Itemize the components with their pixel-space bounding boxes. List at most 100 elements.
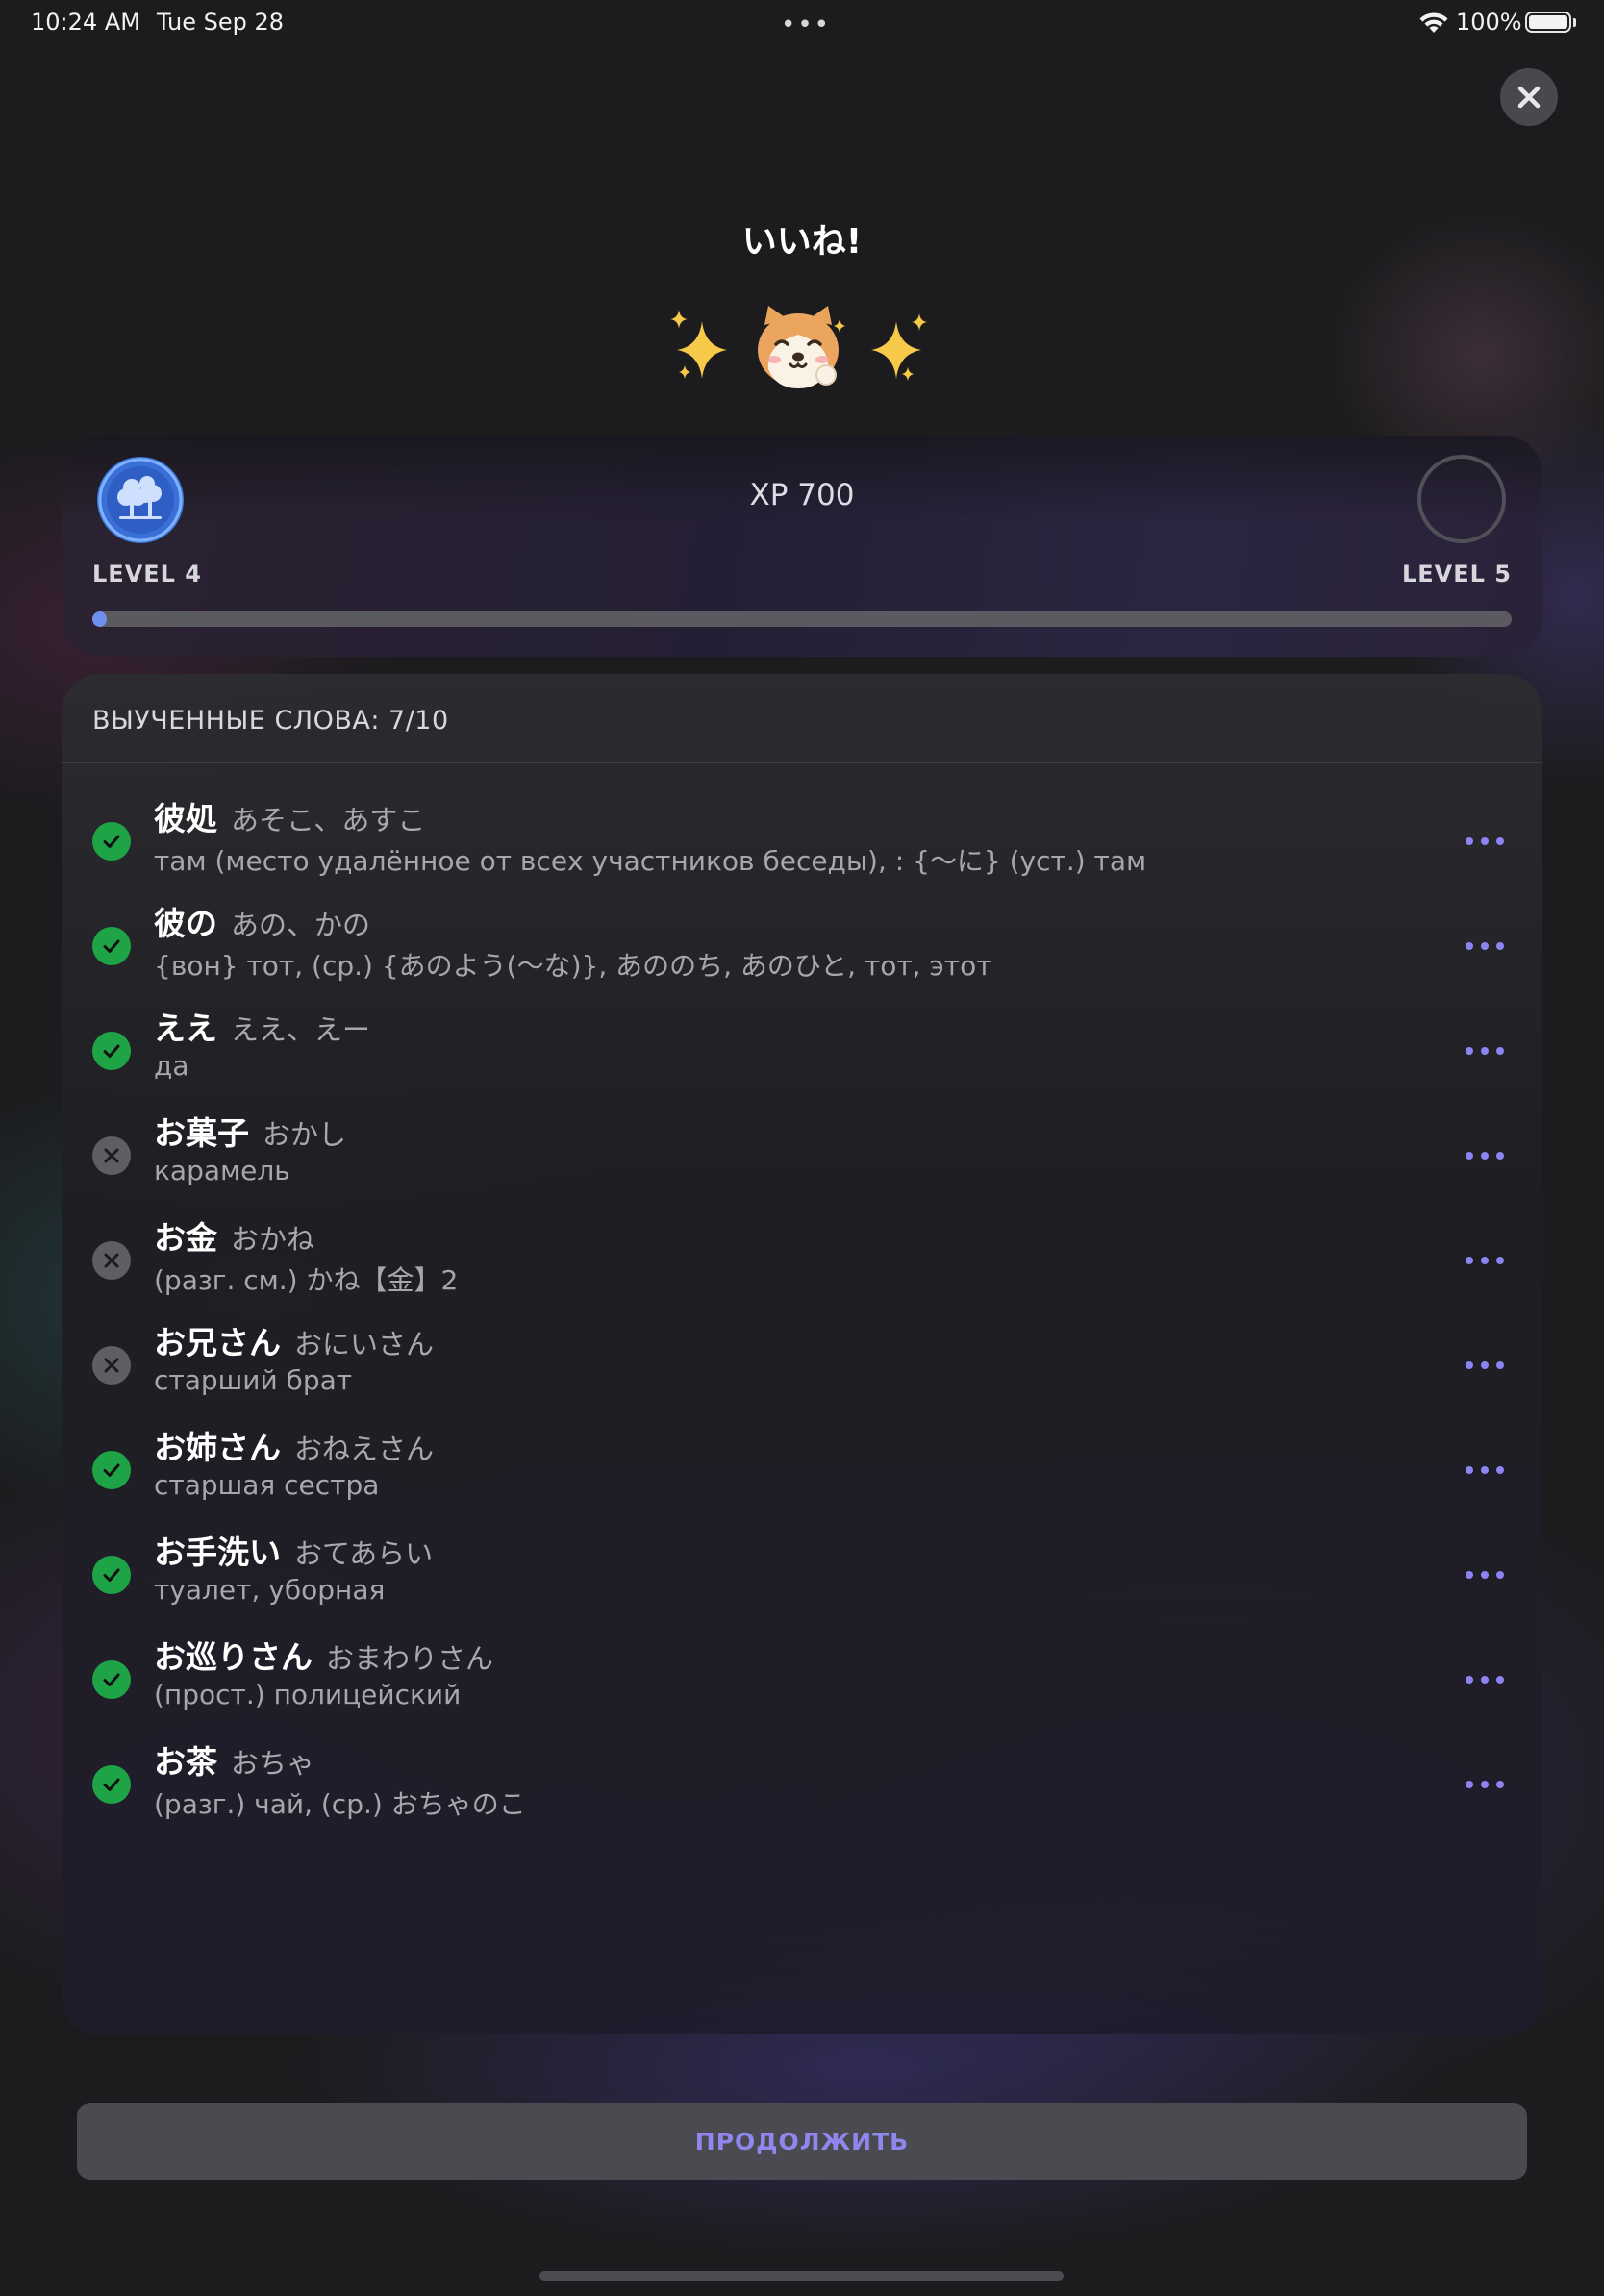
list-item[interactable]: 彼処 あそこ、あすこ там (место удалённое от всех уч… bbox=[62, 786, 1542, 890]
more-dot bbox=[1496, 1361, 1504, 1369]
wifi-icon bbox=[1419, 12, 1448, 33]
more-dots-icon[interactable] bbox=[1466, 1660, 1504, 1699]
word-reading: おちゃ bbox=[231, 1747, 315, 1780]
more-dot bbox=[1466, 942, 1473, 950]
word-text: お手洗い bbox=[154, 1534, 281, 1571]
more-dots-icon[interactable] bbox=[1466, 927, 1504, 965]
more-dots-icon[interactable] bbox=[1466, 1136, 1504, 1175]
more-dot bbox=[1481, 1361, 1489, 1369]
word-heading: お茶 おちゃ bbox=[154, 1736, 314, 1783]
multitasking-dots[interactable]: ••• bbox=[781, 11, 831, 39]
continue-button[interactable]: ПРОДОЛЖИТЬ bbox=[77, 2103, 1527, 2180]
more-dot bbox=[1496, 942, 1504, 950]
list-item[interactable]: お兄さん おにいさん старший брат bbox=[62, 1310, 1542, 1414]
x-mark-icon bbox=[92, 1136, 131, 1175]
battery-level-fill bbox=[1529, 15, 1567, 29]
word-text: 彼処 bbox=[154, 800, 217, 837]
more-dots-icon[interactable] bbox=[1466, 1241, 1504, 1280]
more-dots-icon[interactable] bbox=[1466, 1032, 1504, 1070]
battery-percent: 100% bbox=[1456, 9, 1522, 36]
more-dot bbox=[1481, 942, 1489, 950]
word-heading: お手洗い おてあらい bbox=[154, 1527, 433, 1573]
word-text: お兄さん bbox=[154, 1324, 281, 1361]
word-meaning: (прост.) полицейский bbox=[154, 1679, 462, 1710]
list-item[interactable]: お金 おかね (разг. см.) かね【金】2 bbox=[62, 1205, 1542, 1310]
more-dot bbox=[1481, 1257, 1489, 1264]
list-item[interactable]: お巡りさん おまわりさん (прост.) полицейский bbox=[62, 1624, 1542, 1729]
list-item[interactable]: お菓子 おかし карамель bbox=[62, 1100, 1542, 1205]
more-dot bbox=[1481, 1047, 1489, 1055]
checkmark-icon bbox=[92, 1765, 131, 1804]
battery-cap bbox=[1573, 18, 1576, 27]
status-time: 10:24 AM bbox=[31, 9, 140, 36]
close-button[interactable] bbox=[1500, 68, 1558, 126]
word-reading: おにいさん bbox=[294, 1328, 435, 1360]
word-reading: おねえさん bbox=[294, 1433, 435, 1465]
status-bar: 10:24 AM Tue Sep 28 ••• 100% bbox=[0, 0, 1604, 46]
checkmark-icon bbox=[92, 1556, 131, 1594]
more-dot bbox=[1481, 1781, 1489, 1788]
word-heading: ええ ええ、えー bbox=[154, 1003, 370, 1049]
word-heading: お兄さん おにいさん bbox=[154, 1317, 434, 1363]
word-heading: 彼の あの、かの bbox=[154, 898, 370, 944]
word-text: お金 bbox=[154, 1219, 217, 1257]
xp-progress-fill bbox=[92, 611, 107, 627]
more-dot bbox=[1496, 1676, 1504, 1684]
more-dots-icon[interactable] bbox=[1466, 1451, 1504, 1489]
more-dot bbox=[1466, 1257, 1473, 1264]
more-dots-icon[interactable] bbox=[1466, 822, 1504, 861]
shiba-dog-icon bbox=[758, 306, 845, 388]
more-dot bbox=[1496, 1152, 1504, 1160]
more-dots-icon[interactable] bbox=[1466, 1556, 1504, 1594]
checkmark-icon bbox=[92, 927, 131, 965]
more-dot bbox=[1466, 1152, 1473, 1160]
more-dot bbox=[1496, 1781, 1504, 1788]
more-dot bbox=[1466, 837, 1473, 845]
next-level-label: LEVEL 5 bbox=[1401, 561, 1512, 587]
checkmark-icon bbox=[92, 1451, 131, 1489]
more-dot bbox=[1466, 1781, 1473, 1788]
word-text: 彼の bbox=[154, 905, 217, 942]
home-indicator[interactable] bbox=[539, 2271, 1064, 2281]
checkmark-icon bbox=[92, 822, 131, 861]
word-text: お菓子 bbox=[154, 1114, 249, 1152]
word-meaning: старший брат bbox=[154, 1364, 353, 1396]
word-heading: 彼処 あそこ、あすこ bbox=[154, 793, 425, 839]
word-reading: おてあらい bbox=[294, 1537, 434, 1570]
more-dots-icon[interactable] bbox=[1466, 1765, 1504, 1804]
page-title: いいね! bbox=[741, 222, 863, 262]
more-dots-icon[interactable] bbox=[1466, 1346, 1504, 1385]
word-meaning: да bbox=[154, 1050, 189, 1082]
learned-words-card: ВЫУЧЕННЫЕ СЛОВА: 7/10 彼処 あそこ、あすこ там (мест… bbox=[62, 674, 1542, 2034]
mascot-illustration bbox=[670, 306, 927, 388]
word-text: お姉さん bbox=[154, 1429, 281, 1466]
word-reading: あそこ、あすこ bbox=[231, 804, 426, 836]
word-meaning: (разг. см.) かね【金】2 bbox=[154, 1264, 459, 1296]
learned-words-header: ВЫУЧЕННЫЕ СЛОВА: 7/10 bbox=[92, 706, 449, 736]
word-reading: おまわりさん bbox=[326, 1642, 494, 1675]
status-date: Tue Sep 28 bbox=[157, 9, 285, 36]
more-dot bbox=[1481, 1152, 1489, 1160]
word-meaning: (разг.) чай, (ср.) おちゃのこ bbox=[154, 1788, 526, 1820]
word-meaning: карамель bbox=[154, 1155, 290, 1186]
list-item[interactable]: お手洗い おてあらい туалет, уборная bbox=[62, 1519, 1542, 1624]
list-item[interactable]: お姉さん おねえさん старшая сестра bbox=[62, 1414, 1542, 1519]
more-dot bbox=[1481, 837, 1489, 845]
xp-progress-bar bbox=[92, 611, 1512, 627]
word-meaning: там (место удалённое от всех участников … bbox=[154, 845, 1147, 877]
x-mark-icon bbox=[92, 1346, 131, 1385]
sparkles-icon bbox=[670, 310, 727, 379]
xp-label: XP 700 bbox=[749, 478, 855, 512]
battery-icon bbox=[1525, 12, 1571, 33]
word-reading: おかね bbox=[231, 1223, 315, 1256]
checkmark-icon bbox=[92, 1660, 131, 1699]
list-item[interactable]: お茶 おちゃ (разг.) чай, (ср.) おちゃのこ bbox=[62, 1729, 1542, 1834]
word-heading: お菓子 おかし bbox=[154, 1108, 346, 1154]
word-reading: あの、かの bbox=[231, 909, 371, 941]
word-meaning: старшая сестра bbox=[154, 1469, 380, 1501]
list-item[interactable]: ええ ええ、えー да bbox=[62, 995, 1542, 1100]
more-dot bbox=[1481, 1676, 1489, 1684]
xp-progress-card: XP 700 LEVEL 4 LEVEL 5 bbox=[62, 436, 1542, 657]
list-item[interactable]: 彼の あの、かの {вон} тот, (ср.) {あのよう(〜な)}, あののち… bbox=[62, 890, 1542, 995]
word-reading: おかし bbox=[263, 1118, 347, 1151]
